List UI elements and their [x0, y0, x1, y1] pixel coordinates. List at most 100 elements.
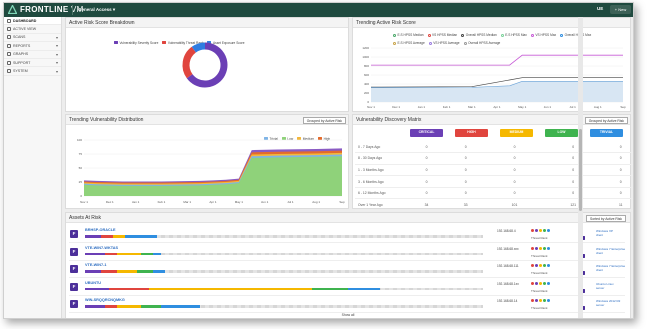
matrix-cell[interactable]: 0 [543, 175, 603, 188]
sidebar-item-graphs[interactable]: GRAPHS ▾ [4, 51, 61, 59]
scrollbar[interactable] [578, 17, 583, 318]
matrix-header-low[interactable]: LOW [545, 129, 578, 137]
matrix-cell[interactable]: 0 [407, 152, 447, 165]
matrix-cell[interactable]: 0 [602, 152, 633, 165]
group-by-button[interactable]: Grouped by Active Risk [584, 116, 628, 124]
chevron-down-icon: ▾ [55, 34, 58, 40]
x-tick-label: Sep [339, 200, 345, 204]
sidebar-item-active-view[interactable]: ACTIVE VIEW [4, 25, 61, 34]
matrix-cell[interactable]: 0 [602, 175, 633, 188]
matrix-cell[interactable]: 33 [446, 198, 486, 212]
matrix-cell[interactable]: 0 [407, 175, 447, 188]
sidebar-item-label: SUPPORT [13, 60, 31, 65]
sidebar-item-scans[interactable]: SCANS ▾ [4, 34, 61, 43]
asset-row[interactable]: F VTE-WIN7-1 192.168.68.111 Threat Rank Wind… [69, 261, 625, 278]
matrix-header-critical[interactable]: CRITICAL [410, 129, 443, 137]
matrix-cell[interactable]: 0 [485, 187, 544, 200]
matrix-cell[interactable]: 0 [485, 164, 544, 177]
threat-dot-icon [543, 299, 546, 302]
matrix-cell[interactable]: 0 [446, 175, 486, 188]
risk-bar-segment [85, 252, 105, 256]
sidebar-item-system[interactable]: SYSTEM ▾ [4, 67, 61, 76]
matrix-cell[interactable]: 0 [543, 141, 603, 154]
asset-os[interactable]: Windows 2012 R2 server [596, 299, 626, 307]
x-tick-label: Dec 1 [392, 105, 400, 109]
matrix-cell[interactable]: 0 [485, 141, 544, 154]
matrix-cell[interactable]: 0 [543, 164, 603, 177]
asset-row[interactable]: F UBUNTU 192.168.68.1xx Threat Rank Ubuntu L… [69, 279, 625, 296]
matrix-cell[interactable]: 0 [407, 187, 447, 200]
matrix-cell[interactable]: 34 [407, 198, 447, 212]
risk-bar-segment [148, 287, 312, 291]
matrix-cell[interactable]: 0 [602, 141, 633, 154]
sidebar-item-support[interactable]: SUPPORT ▾ [4, 59, 61, 68]
matrix-cell[interactable]: 0 [543, 152, 603, 165]
matrix-cell[interactable]: 0 [446, 141, 486, 154]
matrix-header-high[interactable]: HIGH [455, 129, 488, 137]
legend-item: VS HPSS Max [530, 33, 556, 38]
panel-title: Active Risk Score Breakdown [66, 18, 348, 28]
asset-name-link[interactable]: UBUNTU [85, 281, 101, 285]
matrix-row-label: 0 - 7 Days Ago [355, 141, 407, 154]
sidebar-item-dashboard[interactable]: DASHBOARD [4, 17, 61, 26]
scrollbar-thumb[interactable] [578, 129, 583, 211]
matrix-cell[interactable]: 0 [485, 152, 544, 165]
threat-dot-icon [539, 264, 542, 267]
risk-bar [85, 287, 483, 291]
account-selector[interactable]: General Access ▾ [78, 7, 115, 13]
matrix-row: 8 - 30 Days Ago 0 0 0 0 0 [355, 152, 633, 165]
legend-swatch [461, 34, 465, 37]
legend-item: Overall HPSS Median [461, 33, 497, 38]
new-button[interactable]: + New [610, 5, 631, 14]
matrix-cell[interactable]: 11 [602, 198, 633, 212]
asset-row[interactable]: F VTE-WIN7-WKTAS 192.168.68.xxx Threat Rank… [69, 244, 625, 261]
threat-icons [531, 229, 551, 233]
matrix-cell[interactable]: 0 [446, 187, 486, 200]
asset-os[interactable]: Ubuntu Linux server [596, 282, 626, 290]
threat-dot-icon [539, 281, 542, 285]
matrix-header-medium[interactable]: MEDIUM [500, 129, 533, 137]
x-tick-label: Jul 1 [287, 200, 294, 204]
y-tick-label: 600 [364, 73, 369, 77]
risk-bar-segment [116, 252, 141, 256]
nav-icon [7, 35, 11, 40]
risk-bar-segment [311, 287, 348, 291]
matrix-cell[interactable]: 0 [602, 164, 633, 177]
asset-name-link[interactable]: VTE-WIN7-1 [85, 263, 107, 267]
user-menu[interactable]: UE [597, 6, 603, 11]
chevron-down-icon: ▾ [55, 43, 58, 49]
matrix-cell[interactable]: 0 [543, 187, 603, 200]
matrix-header-trivial[interactable]: TRIVIAL [590, 129, 623, 137]
matrix-cell[interactable]: 0 [407, 141, 447, 154]
matrix-cell[interactable]: 0 [485, 175, 544, 188]
sidebar-item-label: DASHBOARD [13, 18, 37, 23]
top-bar: FRONTLINE VM General Access ▾ UE + New [4, 3, 633, 17]
sidebar: DASHBOARD ACTIVE VIEW SCANS ▾ REPORTS ▾ GRAPHS… [4, 17, 62, 318]
distribution-chart: 100 75 50 25 0 Nov 1 Dec 1 Jan 1 Feb 1 Mar 1 Apr 1… [77, 138, 345, 204]
x-tick-label: Jan 1 [418, 105, 426, 109]
risk-bar-segment [85, 287, 109, 291]
group-by-button[interactable]: Grouped by Active Risk [302, 116, 346, 124]
nav-icon [7, 60, 11, 65]
legend-label: E.S HPSS Median [397, 33, 424, 37]
matrix-cell[interactable]: 0 [446, 164, 486, 177]
matrix-cell[interactable]: 0 [446, 152, 486, 165]
asset-os[interactable]: Windows 7 Enterprise client [596, 247, 626, 255]
asset-os[interactable]: Windows XP client [596, 229, 626, 237]
matrix-cell[interactable]: 121 [543, 198, 603, 212]
asset-name-link[interactable]: VTE-WIN7-WKTAS [85, 246, 118, 250]
brand: FRONTLINE VM [20, 5, 84, 14]
show-all-link[interactable]: Show all [66, 313, 630, 318]
sort-button[interactable]: Sorted by Active Risk [585, 214, 626, 222]
legend-swatch [427, 34, 431, 37]
asset-os[interactable]: Windows 7 Enterprise client [596, 264, 626, 272]
asset-row[interactable]: F WIN-SRQQRCNQMKG 192.168.68.14 Threat Rank… [69, 296, 625, 313]
asset-row[interactable]: F BRHSP-ORACLE 192.168.68.4 Threat Rank Wind… [69, 226, 625, 243]
matrix-cell[interactable]: 0 [407, 164, 447, 177]
sidebar-item-reports[interactable]: REPORTS ▾ [4, 42, 61, 51]
matrix-cell[interactable]: 101 [485, 198, 544, 212]
x-tick-label: Nov 1 [367, 105, 375, 109]
matrix-cell[interactable]: 0 [602, 187, 633, 200]
asset-name-link[interactable]: BRHSP-ORACLE [85, 228, 116, 232]
asset-name-link[interactable]: WIN-SRQQRCNQMKG [85, 298, 125, 302]
